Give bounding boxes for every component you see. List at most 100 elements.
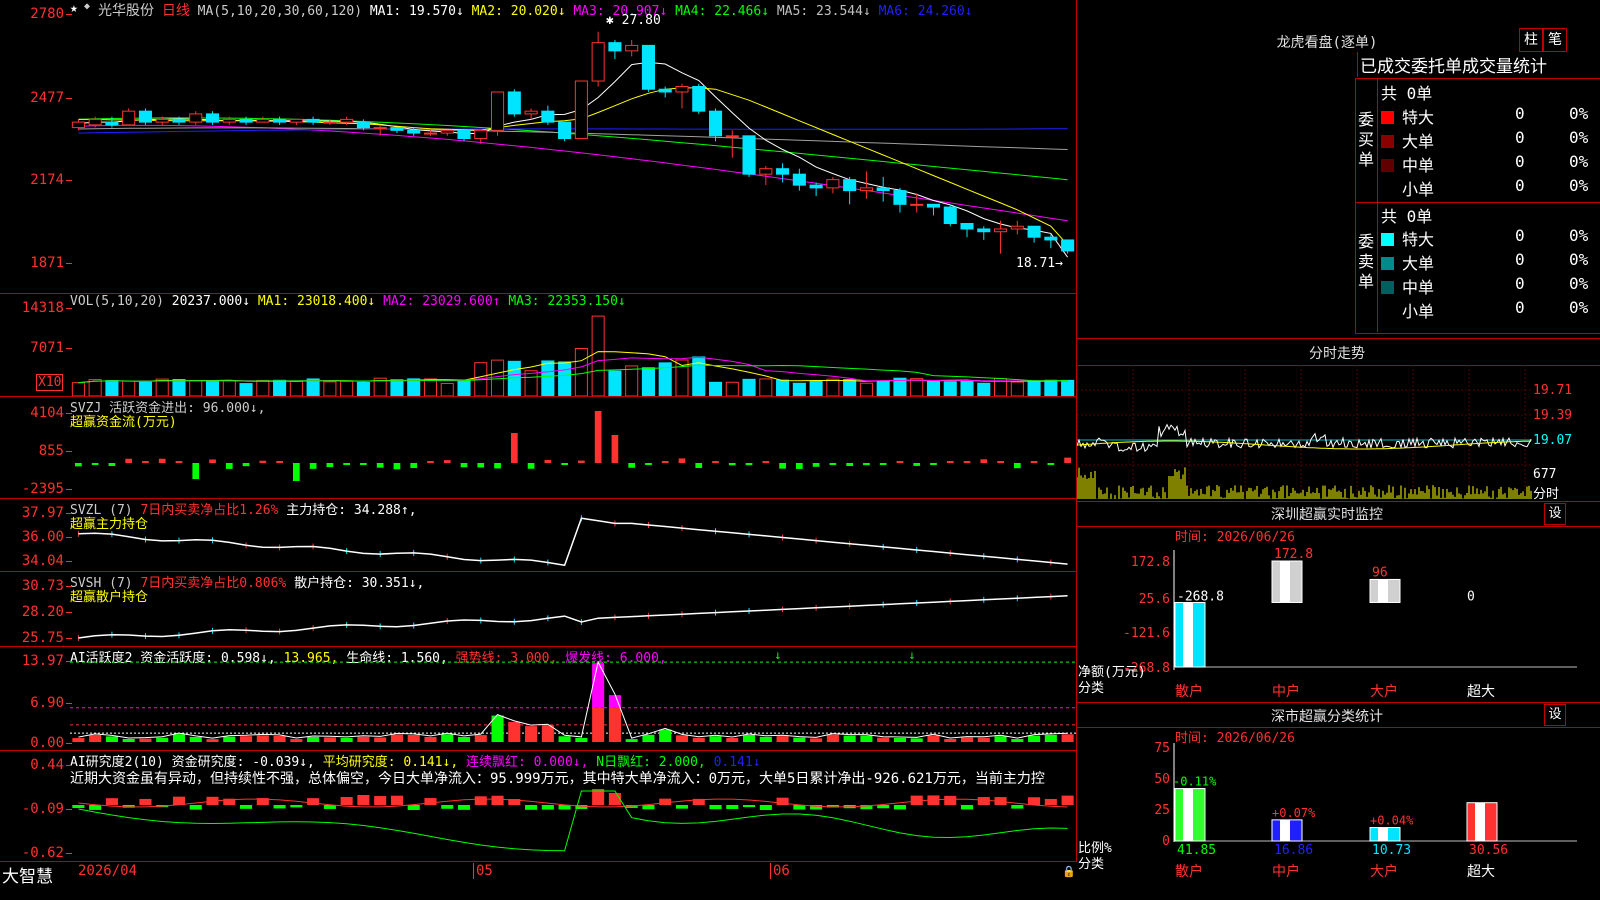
ma1-value: MA1: 19.570↓ (369, 4, 464, 19)
activity-bar (407, 734, 420, 742)
volume-bar (423, 378, 438, 396)
research-bar (105, 798, 118, 805)
candle-body (189, 113, 203, 123)
sz-category: 散户 (1175, 683, 1203, 700)
intraday-chart[interactable] (1077, 365, 1600, 501)
volume-bar (809, 380, 823, 396)
sz-bar-label: 96 (1372, 565, 1388, 580)
order-stat-row: 中单 0 0% (1381, 152, 1600, 176)
order-count: 0 (1515, 176, 1525, 195)
svzj-ytick: -2395 (0, 481, 72, 497)
activity-bar (843, 735, 856, 742)
low-price-value: 18.71 (1016, 256, 1056, 271)
research-bar (172, 796, 186, 805)
fund-flow-bar (276, 461, 283, 463)
kline-pane[interactable]: ★ ◆ 光华股份 日线 MA(5,10,20,30,60,120) MA1: 1… (0, 0, 1077, 294)
activity-bar (256, 735, 269, 742)
activity-bar (323, 737, 336, 742)
fs-unit: 分时 (1533, 487, 1560, 502)
research-bar (491, 795, 504, 805)
fund-flow-bar (527, 463, 535, 469)
svzl-ytick: 34.04 (0, 553, 72, 569)
ma6-value: MA6: 24.260↓ (878, 4, 973, 19)
order-percent: 0% (1569, 250, 1589, 269)
volume-bar (356, 381, 370, 396)
order-count: 0 (1515, 104, 1525, 123)
svzj-pane[interactable]: SVZJ 活跃资金进出: 96.000↓, 超赢资金流(万元) 4104 855… (0, 397, 1077, 499)
fl-settings-button[interactable]: 设 (1544, 704, 1566, 726)
volume-bar (742, 378, 756, 396)
fl-pct-label: -0.11% (1173, 775, 1217, 789)
activity-bar (390, 734, 403, 742)
fund-flow-bar (879, 463, 887, 465)
color-swatch (1381, 183, 1394, 196)
order-type-label: 小单 (1402, 180, 1435, 199)
vol-unit: X10 (36, 374, 64, 391)
order-type-label: 中单 (1402, 278, 1435, 297)
bar-mode-button[interactable]: 柱 (1519, 28, 1543, 52)
x-axis: 大智慧 2026/04 05 06 🔒 (0, 862, 1077, 900)
sz-settings-button[interactable]: 设 (1544, 503, 1566, 525)
candle-body (1061, 239, 1075, 252)
activity-bar (1061, 734, 1074, 742)
activity-bar (89, 734, 102, 742)
volume-bar (608, 370, 622, 396)
ai-research-pane[interactable]: AI研究度2(10) 资金研究度: -0.039↓, 平均研究度: 0.141↓… (0, 751, 1077, 862)
candle-body (474, 129, 488, 140)
volume-bar (708, 381, 723, 396)
candle-body (407, 129, 421, 134)
activity-bar (307, 736, 320, 742)
order-count: 0 (1515, 274, 1525, 293)
candle-body (926, 203, 941, 208)
candle-body (306, 118, 320, 123)
volume-pane[interactable]: VOL(5,10,20) 20237.000↓ MA1: 23018.400↓ … (0, 294, 1077, 397)
main-holding-chart (77, 515, 1068, 567)
tick-mode-button[interactable]: 笔 (1543, 28, 1567, 52)
activity-bar (424, 736, 437, 742)
volume-bar (792, 382, 806, 396)
candle-body (692, 86, 706, 112)
candle-body (960, 223, 974, 230)
activity-bar (575, 737, 588, 742)
candle-body (910, 203, 924, 206)
volume-bar (910, 378, 924, 396)
activity-line (78, 660, 1068, 739)
fund-flow-bar (980, 459, 988, 463)
fund-flow-bar (292, 463, 300, 481)
volume-bar (88, 379, 102, 396)
activity-bar (743, 734, 756, 742)
candle-body (373, 127, 387, 130)
fs-avg-line (1077, 440, 1531, 450)
fund-flow-bar (578, 460, 585, 463)
svzl-pane[interactable]: SVZL (7) 7日内买卖净占比1.26% 主力持仓: 34.288↑, 超赢… (0, 499, 1077, 572)
fund-flow-bar (930, 463, 937, 465)
vol-value: 20237.000↓ (171, 294, 251, 309)
activity-bar (474, 735, 487, 742)
candlestick-chart[interactable] (70, 18, 1076, 292)
fund-flow-bar (611, 435, 619, 463)
volume-bar (843, 379, 857, 396)
fund-flow-bar (393, 463, 401, 470)
stock-name[interactable]: 光华股份 (98, 3, 154, 19)
fl-category: 中户 (1272, 863, 1300, 880)
research-bar (541, 805, 554, 810)
lock-icon[interactable]: 🔒 (1062, 865, 1076, 878)
down-arrow: ↓ (908, 648, 915, 662)
fl-value-label: 41.85 (1177, 843, 1216, 858)
fs-tick: 677 (1533, 467, 1557, 482)
activity-bar (1044, 734, 1057, 742)
period-label[interactable]: 日线 (162, 3, 190, 19)
fund-flow-bar (795, 463, 803, 469)
candle-body (172, 118, 186, 123)
candle-body (88, 118, 102, 126)
svsh-pane[interactable]: SVSH (7) 7日内买卖净占比0.806% 散户持仓: 30.351↓, 超… (0, 572, 1077, 647)
fund-flow-chart (75, 411, 1071, 481)
candle-body (122, 110, 136, 126)
ma-line-ma1 (78, 61, 1069, 258)
candle-body (776, 168, 790, 175)
fund-flow-bar (360, 463, 367, 465)
ai-activity-pane[interactable]: AI活跃度2 资金活跃度: 0.598↓, 13.965, 生命线: 1.560… (0, 647, 1077, 751)
research-bar (977, 797, 990, 805)
candle-body (222, 118, 236, 123)
research-bar (390, 795, 403, 805)
